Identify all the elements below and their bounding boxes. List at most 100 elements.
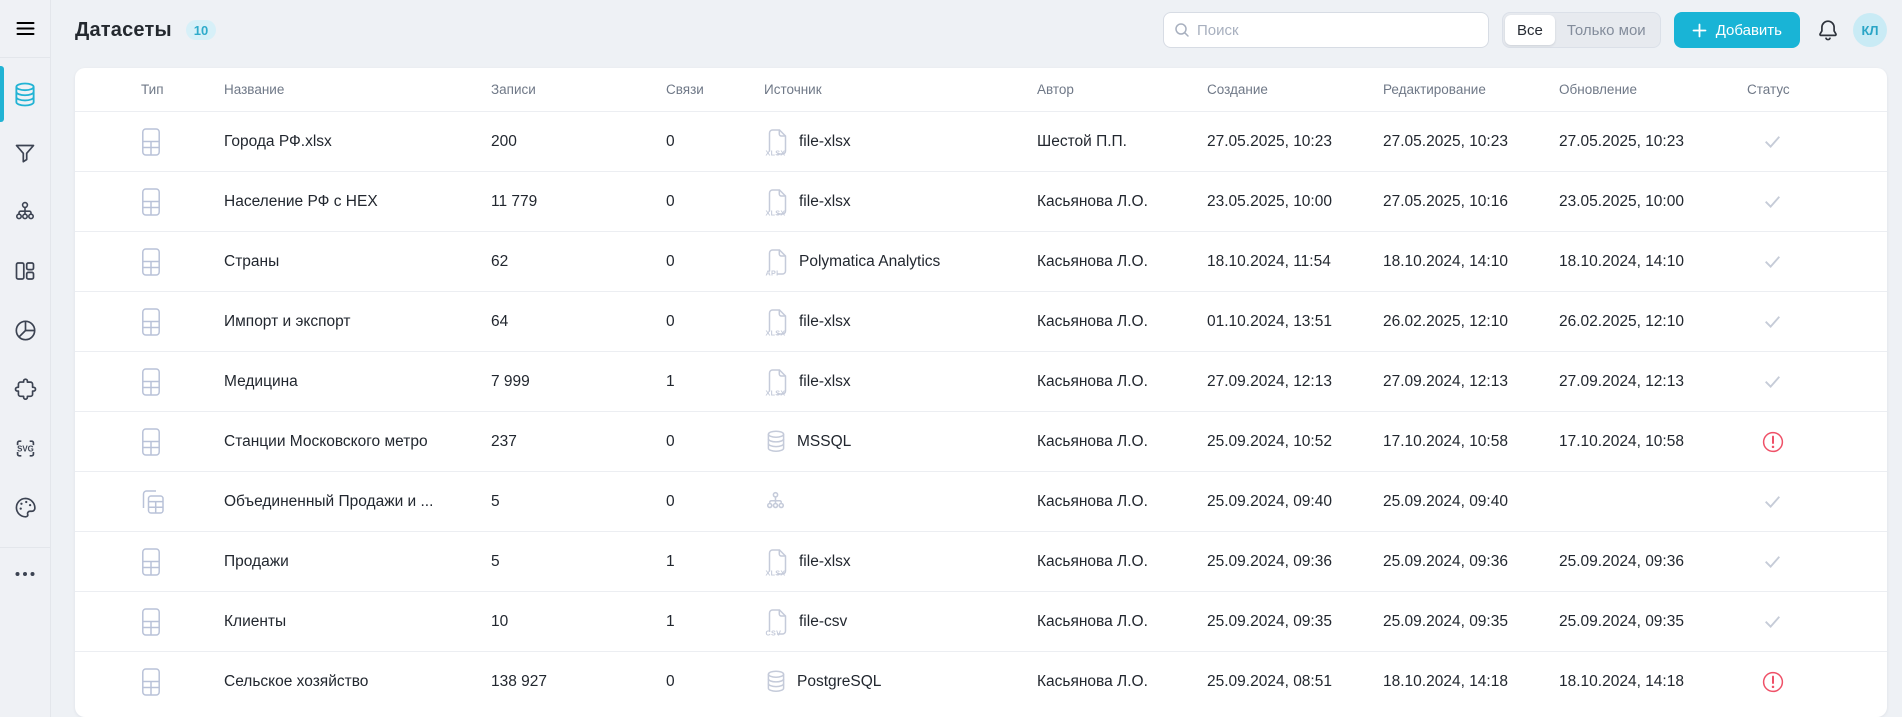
datasets-table-card: Тип Название Записи Связи Источник Автор… xyxy=(75,68,1887,717)
author: Касьянова Л.О. xyxy=(1037,312,1148,330)
records-count: 11 779 xyxy=(491,192,538,210)
check-icon xyxy=(1761,490,1784,513)
created-at: 25.09.2024, 09:35 xyxy=(1207,612,1332,630)
file-table-icon xyxy=(139,247,163,277)
palette-icon xyxy=(13,495,38,520)
created-at: 25.09.2024, 09:40 xyxy=(1207,492,1332,510)
links-count: 1 xyxy=(666,372,675,390)
table-row[interactable]: Клиенты 10 1 CSV file-csv Касьянова Л.О.… xyxy=(75,591,1887,651)
sidebar-more-button[interactable] xyxy=(13,570,37,578)
table-header-row: Тип Название Записи Связи Источник Автор… xyxy=(75,68,1887,111)
svg-text:XLSX: XLSX xyxy=(766,208,786,216)
svg-file-icon: SVG xyxy=(13,436,38,461)
table-row[interactable]: Население РФ с HEX 11 779 0 XLSX file-xl… xyxy=(75,171,1887,231)
table-row[interactable]: Продажи 5 1 XLSX file-xlsx Касьянова Л.О… xyxy=(75,531,1887,591)
svg-text:XLSX: XLSX xyxy=(766,568,786,576)
author: Касьянова Л.О. xyxy=(1037,552,1148,570)
created-at: 23.05.2025, 10:00 xyxy=(1207,192,1332,210)
check-icon xyxy=(1761,250,1784,273)
records-count: 62 xyxy=(491,252,509,270)
dataset-name: Объединенный Продажи и ... xyxy=(224,492,434,510)
svg-text:XLSX: XLSX xyxy=(766,148,786,156)
links-count: 0 xyxy=(666,432,675,450)
table-row[interactable]: Импорт и экспорт 64 0 XLSX file-xlsx Кас… xyxy=(75,291,1887,351)
dataset-name: Клиенты xyxy=(224,612,287,630)
created-at: 27.09.2024, 12:13 xyxy=(1207,372,1332,390)
file-table-icon xyxy=(139,667,163,697)
sidebar-item-dashboards[interactable] xyxy=(0,258,50,284)
table-row[interactable]: Объединенный Продажи и ... 5 0 Касьянова… xyxy=(75,471,1887,531)
edited-at: 25.09.2024, 09:40 xyxy=(1383,492,1508,510)
created-at: 25.09.2024, 09:36 xyxy=(1207,552,1332,570)
table-row[interactable]: Страны 62 0 API Polymatica Analytics Кас… xyxy=(75,231,1887,291)
file-csv-icon: CSV xyxy=(764,607,790,637)
toggle-option-only-mine[interactable]: Только мои xyxy=(1555,15,1658,45)
links-count: 0 xyxy=(666,312,675,330)
toggle-option-all[interactable]: Все xyxy=(1504,15,1555,45)
records-count: 237 xyxy=(491,432,517,450)
sidebar-item-plugins[interactable] xyxy=(0,376,50,402)
topbar-controls: Все Только мои Добавить КЛ xyxy=(1162,12,1887,48)
merged-table-icon xyxy=(139,487,167,517)
file-xlsx-icon: XLSX xyxy=(764,367,790,397)
author: Касьянова Л.О. xyxy=(1037,372,1148,390)
file-xlsx-icon: XLSX xyxy=(764,127,790,157)
sidebar-item-svg-assets[interactable]: SVG xyxy=(0,435,50,461)
links-count: 1 xyxy=(666,612,675,630)
table-row[interactable]: Станции Московского метро 237 0 MSSQL Ка… xyxy=(75,411,1887,471)
file-api-icon: API xyxy=(764,247,790,277)
search-input[interactable] xyxy=(1162,12,1489,48)
column-header-records: Записи xyxy=(491,82,536,97)
check-icon xyxy=(1761,550,1784,573)
file-table-icon xyxy=(139,367,163,397)
hamburger-menu-button[interactable] xyxy=(14,17,37,40)
sidebar-item-filters[interactable] xyxy=(0,140,50,166)
check-icon xyxy=(1761,130,1784,153)
dataset-name: Сельское хозяйство xyxy=(224,672,369,690)
sidebar-item-design[interactable] xyxy=(0,494,50,520)
avatar[interactable]: КЛ xyxy=(1853,13,1887,47)
file-xlsx-icon: XLSX xyxy=(764,307,790,337)
sidebar-item-hierarchy[interactable] xyxy=(0,199,50,225)
sidebar-item-datasets[interactable] xyxy=(0,66,50,122)
database-icon xyxy=(764,668,788,695)
updated-at: 26.02.2025, 12:10 xyxy=(1559,312,1684,330)
search-icon xyxy=(1174,22,1190,38)
table-row[interactable]: Медицина 7 999 1 XLSX file-xlsx Касьянов… xyxy=(75,351,1887,411)
add-button[interactable]: Добавить xyxy=(1673,12,1800,48)
alert-circle-icon xyxy=(1761,430,1785,454)
created-at: 18.10.2024, 11:54 xyxy=(1207,252,1331,270)
edited-at: 18.10.2024, 14:10 xyxy=(1383,252,1508,270)
notifications-button[interactable] xyxy=(1816,18,1840,43)
records-count: 200 xyxy=(491,132,517,150)
check-icon xyxy=(1761,310,1784,333)
author: Касьянова Л.О. xyxy=(1037,252,1148,270)
file-table-icon xyxy=(139,547,163,577)
column-header-type: Тип xyxy=(141,82,164,97)
hierarchy-mini-icon xyxy=(764,490,787,513)
sidebar-top xyxy=(0,0,50,58)
author: Касьянова Л.О. xyxy=(1037,432,1148,450)
table-row[interactable]: Города РФ.xlsx 200 0 XLSX file-xlsx Шест… xyxy=(75,111,1887,171)
column-header-created: Создание xyxy=(1207,82,1268,97)
sidebar-item-charts[interactable] xyxy=(0,317,50,343)
topbar: Датасеты 10 Все Только мои Добавить КЛ xyxy=(75,0,1887,60)
source-label: file-csv xyxy=(799,612,848,630)
search-box xyxy=(1162,12,1489,48)
source-label: PostgreSQL xyxy=(797,672,882,690)
source-label: file-xlsx xyxy=(799,192,851,210)
dataset-name: Страны xyxy=(224,252,280,270)
links-count: 0 xyxy=(666,672,675,690)
dataset-name: Станции Московского метро xyxy=(224,432,428,450)
file-xlsx-icon: XLSX xyxy=(764,547,790,577)
plus-icon xyxy=(1692,23,1707,38)
database-icon xyxy=(764,428,788,455)
svg-text:SVG: SVG xyxy=(17,444,34,453)
links-count: 1 xyxy=(666,552,675,570)
file-table-icon xyxy=(139,607,163,637)
hierarchy-icon xyxy=(13,200,37,224)
ellipsis-icon xyxy=(13,570,37,578)
links-count: 0 xyxy=(666,192,675,210)
funnel-icon xyxy=(13,141,37,165)
table-row[interactable]: Сельское хозяйство 138 927 0 PostgreSQL … xyxy=(75,651,1887,711)
